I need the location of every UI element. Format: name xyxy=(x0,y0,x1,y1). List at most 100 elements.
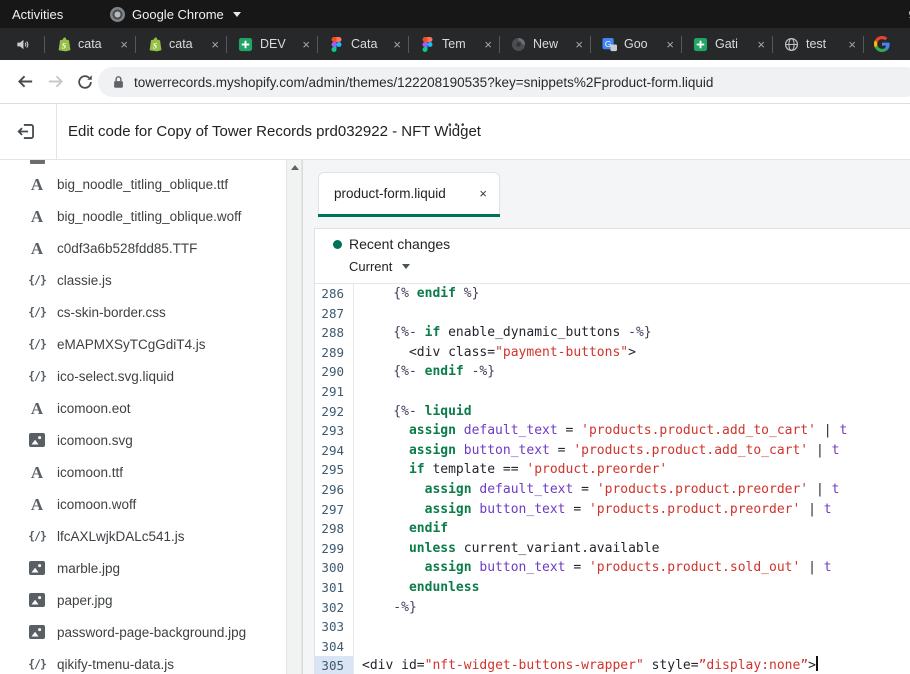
code-line-287[interactable]: 287 xyxy=(315,304,910,324)
code-line-289[interactable]: 289 <div class="payment-buttons"> xyxy=(315,343,910,363)
close-tab-icon[interactable]: × xyxy=(484,37,492,52)
file-item-paper.jpg[interactable]: paper.jpg xyxy=(0,584,286,616)
code-line-297[interactable]: 297 assign button_text = 'products.produ… xyxy=(315,500,910,520)
code-line-content: if template == 'product.preorder' xyxy=(354,460,667,480)
close-tab-icon[interactable]: × xyxy=(575,37,583,52)
close-tab-icon[interactable]: × xyxy=(757,37,765,52)
code-line-293[interactable]: 293 assign default_text = 'products.prod… xyxy=(315,421,910,441)
scroll-up-arrow-icon[interactable] xyxy=(291,165,299,170)
code-line-295[interactable]: 295 if template == 'product.preorder' xyxy=(315,460,910,480)
code-line-content xyxy=(354,382,362,402)
back-button[interactable] xyxy=(10,72,40,91)
unsaved-changes-dot-icon xyxy=(333,240,342,249)
code-line-content: assign button_text = 'products.product.a… xyxy=(354,441,839,461)
browser-tab-test[interactable]: test× xyxy=(773,28,863,60)
close-tab-icon[interactable]: × xyxy=(120,37,128,52)
file-item-cs-skin-border.css[interactable]: {/}cs-skin-border.css xyxy=(0,296,286,328)
file-name: icomoon.eot xyxy=(57,401,131,416)
close-tab-icon[interactable]: × xyxy=(302,37,310,52)
code-line-294[interactable]: 294 assign button_text = 'products.produ… xyxy=(315,441,910,461)
code-line-286[interactable]: 286 {% endif %} xyxy=(315,284,910,304)
file-item-icomoon.eot[interactable]: Aicomoon.eot xyxy=(0,392,286,424)
file-name: c0df3a6b528fdd85.TTF xyxy=(57,241,197,256)
activities-button[interactable]: Activities xyxy=(12,7,63,22)
app-indicator[interactable]: Google Chrome xyxy=(110,0,241,28)
code-lines[interactable]: 286 {% endif %}287288 {%- if enable_dyna… xyxy=(315,284,910,674)
font-file-icon: A xyxy=(31,400,43,417)
code-file-icon: {/} xyxy=(28,369,46,383)
address-bar[interactable]: towerrecords.myshopify.com/admin/themes/… xyxy=(98,67,910,97)
exit-code-editor-button[interactable] xyxy=(17,122,36,146)
close-tab-button[interactable]: × xyxy=(479,186,487,201)
code-line-300[interactable]: 300 assign button_text = 'products.produ… xyxy=(315,558,910,578)
file-list: Abig_noodle_titling_oblique.ttfAbig_nood… xyxy=(0,168,286,674)
line-number: 286 xyxy=(315,284,354,304)
browser-tab-Tem[interactable]: Tem × xyxy=(409,28,499,60)
reload-button[interactable] xyxy=(70,73,100,91)
code-line-305[interactable]: 305<div id="nft-widget-buttons-wrapper" … xyxy=(315,656,910,674)
file-item-classie.js[interactable]: {/}classie.js xyxy=(0,264,286,296)
chevron-down-icon xyxy=(233,12,241,17)
browser-tab-New[interactable]: New× xyxy=(500,28,590,60)
forward-icon xyxy=(46,72,65,91)
code-line-291[interactable]: 291 xyxy=(315,382,910,402)
file-item-icomoon.woff[interactable]: Aicomoon.woff xyxy=(0,488,286,520)
file-name: qikify-tmenu-data.js xyxy=(57,657,174,672)
svg-text:G: G xyxy=(604,38,611,48)
file-item-ico-select.svg.liquid[interactable]: {/}ico-select.svg.liquid xyxy=(0,360,286,392)
forward-button[interactable] xyxy=(40,72,70,91)
browser-tab-cata[interactable]: Scata × xyxy=(45,28,135,60)
svg-text:S: S xyxy=(61,41,66,50)
code-line-content: {% endif %} xyxy=(354,284,479,304)
file-item-marble.jpg[interactable]: marble.jpg xyxy=(0,552,286,584)
browser-tab-title: cata xyxy=(78,37,113,51)
line-number: 294 xyxy=(315,441,354,461)
code-line-296[interactable]: 296 assign default_text = 'products.prod… xyxy=(315,480,910,500)
header-divider xyxy=(56,104,57,159)
file-item-big_noodle_titling_oblique.ttf[interactable]: Abig_noodle_titling_oblique.ttf xyxy=(0,168,286,200)
file-item-big_noodle_titling_oblique.woff[interactable]: Abig_noodle_titling_oblique.woff xyxy=(0,200,286,232)
browser-tab-Cata[interactable]: Cata× xyxy=(318,28,408,60)
close-tab-icon[interactable]: × xyxy=(666,37,674,52)
audio-indicator[interactable] xyxy=(0,37,44,52)
version-dropdown[interactable]: Current xyxy=(349,259,410,274)
code-line-299[interactable]: 299 unless current_variant.available xyxy=(315,539,910,559)
browser-tab-Goo[interactable]: GGoo× xyxy=(591,28,681,60)
close-tab-icon[interactable]: × xyxy=(211,37,219,52)
line-number: 302 xyxy=(315,598,354,618)
close-tab-icon[interactable]: × xyxy=(393,37,401,52)
file-item-icomoon.svg[interactable]: icomoon.svg xyxy=(0,424,286,456)
line-number: 297 xyxy=(315,500,354,520)
ubuntu-top-bar: Activities Google Chrome 9 J xyxy=(0,0,910,28)
code-line-301[interactable]: 301 endunless xyxy=(315,578,910,598)
figma-icon xyxy=(331,37,342,52)
code-line-292[interactable]: 292 {%- liquid xyxy=(315,402,910,422)
line-number: 292 xyxy=(315,402,354,422)
code-line-298[interactable]: 298 endif xyxy=(315,519,910,539)
browser-tab-cata[interactable]: Scata× xyxy=(136,28,226,60)
green-plus-doc-icon xyxy=(693,37,708,52)
file-item-icomoon.ttf[interactable]: Aicomoon.ttf xyxy=(0,456,286,488)
image-file-icon xyxy=(29,593,45,607)
code-line-304[interactable]: 304 xyxy=(315,637,910,657)
code-file-icon: {/} xyxy=(28,337,46,351)
clipped-file-icon xyxy=(30,160,45,164)
more-actions-button[interactable]: ••• xyxy=(448,120,468,131)
sidebar-scrollbar[interactable] xyxy=(286,160,302,674)
file-item-c0df3a6b528fdd85.TTF[interactable]: Ac0df3a6b528fdd85.TTF xyxy=(0,232,286,264)
file-item-qikify-tmenu-data.js[interactable]: {/}qikify-tmenu-data.js xyxy=(0,648,286,674)
code-line-288[interactable]: 288 {%- if enable_dynamic_buttons -%} xyxy=(315,323,910,343)
version-label: Current xyxy=(349,259,392,274)
code-line-290[interactable]: 290 {%- endif -%} xyxy=(315,362,910,382)
browser-tab-DEV[interactable]: DEV× xyxy=(227,28,317,60)
code-line-303[interactable]: 303 xyxy=(315,617,910,637)
close-tab-icon[interactable]: × xyxy=(848,37,856,52)
browser-tab-partial[interactable] xyxy=(864,28,909,60)
editor-tab-product-form[interactable]: product-form.liquid × xyxy=(318,172,500,214)
file-item-lfcAXLwjkDALc541.js[interactable]: {/}lfcAXLwjkDALc541.js xyxy=(0,520,286,552)
browser-tab-Gati[interactable]: Gati× xyxy=(682,28,772,60)
browser-tab-title: Tem xyxy=(442,37,477,51)
file-item-password-page-background.jpg[interactable]: password-page-background.jpg xyxy=(0,616,286,648)
code-line-302[interactable]: 302 -%} xyxy=(315,598,910,618)
file-item-eMAPMXSyTCgGdiT4.js[interactable]: {/}eMAPMXSyTCgGdiT4.js xyxy=(0,328,286,360)
